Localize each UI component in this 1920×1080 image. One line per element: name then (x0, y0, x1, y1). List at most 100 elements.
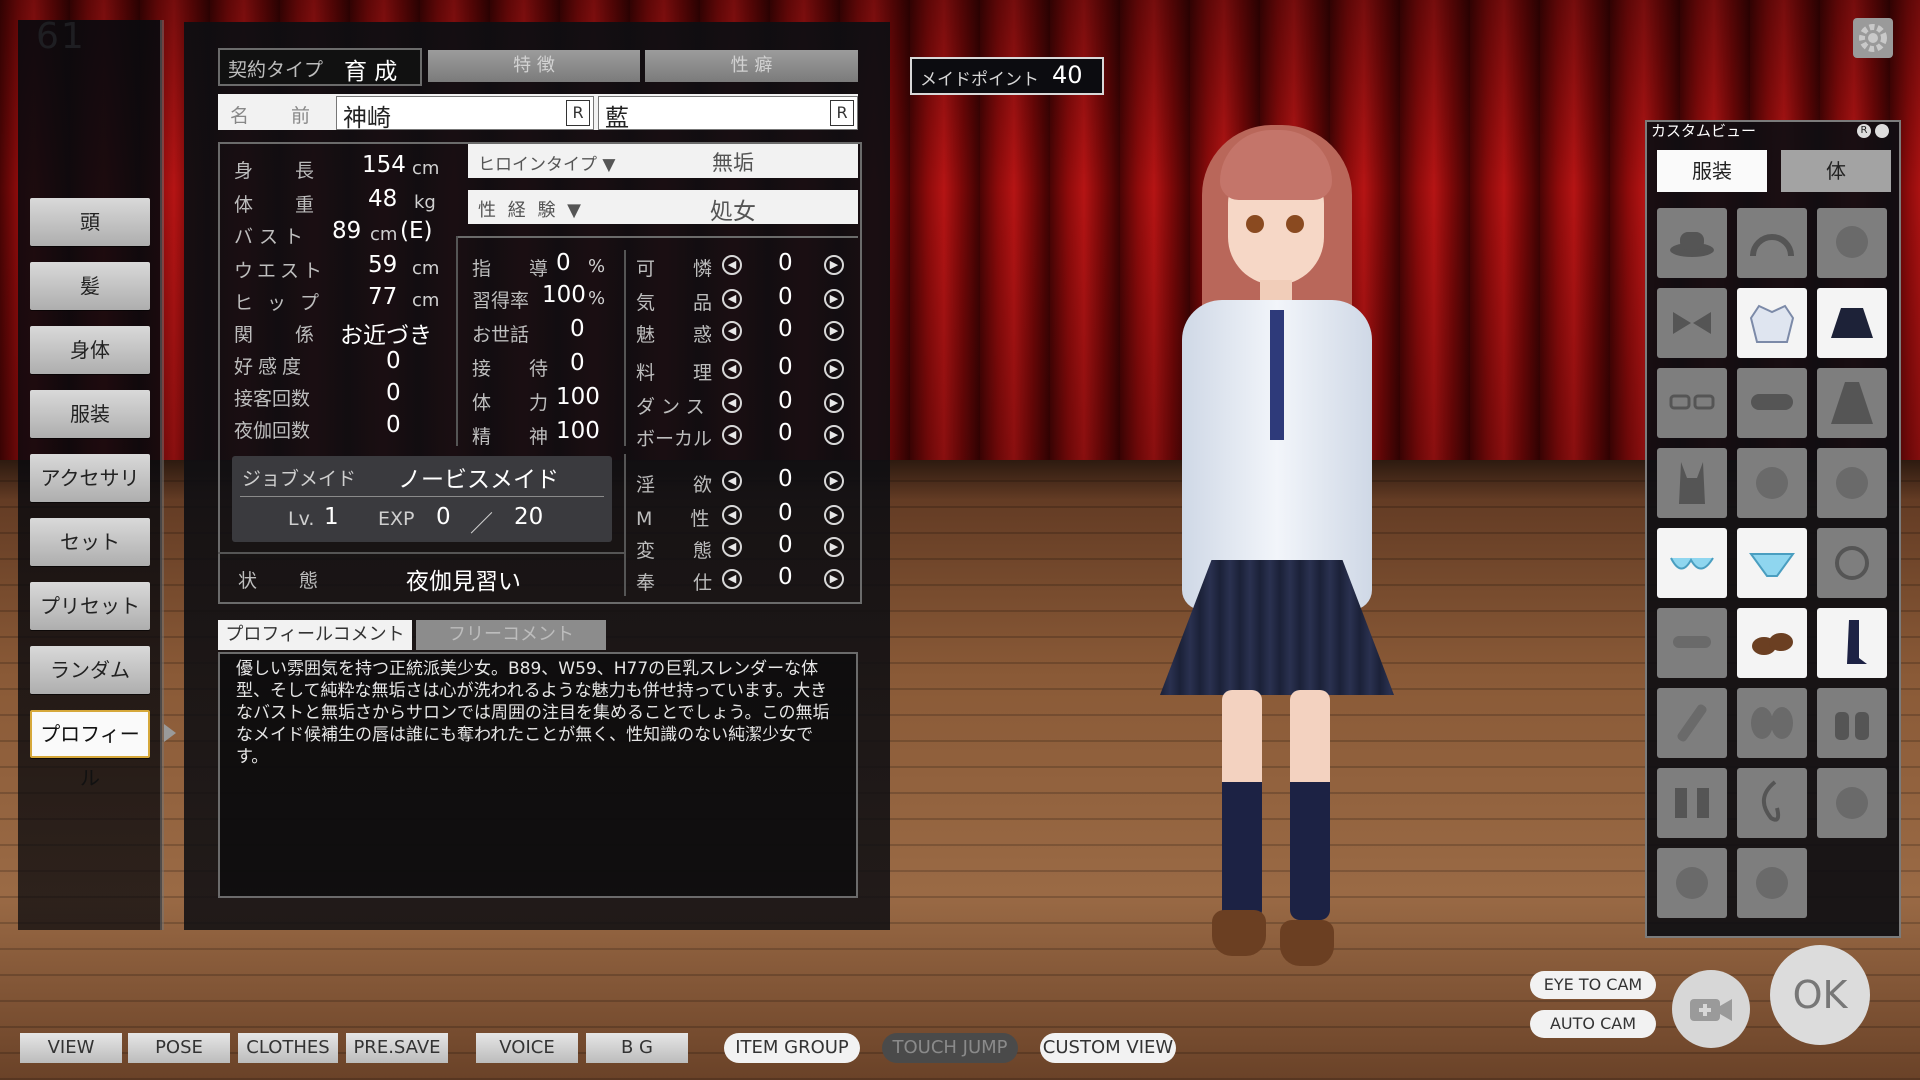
param-miwaku-increase-icon[interactable]: ▶ (824, 321, 844, 341)
custom-view-slot-hat[interactable] (1657, 208, 1727, 278)
custom-view-slot-shoes[interactable] (1737, 608, 1807, 678)
param-cooking-decrease-icon[interactable]: ◀ (722, 359, 742, 379)
menu-clothes-button[interactable]: 服装 (30, 390, 150, 438)
menu-body-button[interactable]: 身体 (30, 326, 150, 374)
menu-hair-button[interactable]: 髪 (30, 262, 150, 310)
eye-to-cam-button[interactable]: EYE TO CAM (1530, 971, 1656, 999)
ok-button[interactable]: OK (1770, 945, 1870, 1045)
param-vocal-decrease-icon[interactable]: ◀ (722, 425, 742, 445)
custom-view-slot-tail[interactable] (1737, 768, 1807, 838)
bust-value: 89 (332, 218, 362, 244)
tab-free-comment[interactable]: フリーコメント (416, 620, 606, 650)
maid-character-model[interactable] (1110, 110, 1440, 1060)
custom-view-slot-socks[interactable] (1817, 608, 1887, 678)
learning-label: 習得率 (472, 290, 530, 312)
param-vocal-increase-icon[interactable]: ▶ (824, 425, 844, 445)
custom-view-slot-mouth-accessory[interactable] (1737, 848, 1807, 918)
custom-view-slot-leg-accessory[interactable] (1657, 768, 1727, 838)
custom-view-slot-wings[interactable] (1737, 688, 1807, 758)
custom-view-minimize-icon[interactable] (1875, 124, 1889, 138)
param-karen-decrease-icon[interactable]: ◀ (722, 255, 742, 275)
custom-view-slot-back-accessory[interactable] (1817, 768, 1887, 838)
custom-view-slot-eye-mask[interactable] (1737, 368, 1807, 438)
param-lust-increase-icon[interactable]: ▶ (824, 471, 844, 491)
custom-view-reset-icon[interactable]: R (1857, 124, 1871, 138)
status-divider (218, 552, 624, 554)
custom-view-slot-cheek-accessory[interactable] (1657, 848, 1727, 918)
menu-random-button[interactable]: ランダム (30, 646, 150, 694)
custom-view-slot-head-accessory[interactable] (1817, 208, 1887, 278)
level-value: 1 (324, 504, 339, 530)
custom-view-slot-gloves[interactable] (1817, 688, 1887, 758)
job-divider (240, 496, 604, 497)
custom-view-button[interactable]: CUSTOM VIEW (1040, 1033, 1176, 1063)
clothes-button[interactable]: CLOTHES (238, 1033, 338, 1063)
param-m-increase-icon[interactable]: ▶ (824, 505, 844, 525)
presave-button[interactable]: PRE.SAVE (346, 1033, 448, 1063)
param-dance-decrease-icon[interactable]: ◀ (722, 393, 742, 413)
character-left-leg (1222, 690, 1262, 920)
param-miwaku-decrease-icon[interactable]: ◀ (722, 321, 742, 341)
custom-view-slot-skirt[interactable] (1817, 288, 1887, 358)
custom-view-slot-swimsuit[interactable] (1657, 448, 1727, 518)
menu-head-button[interactable]: 頭 (30, 198, 150, 246)
auto-cam-button[interactable]: AUTO CAM (1530, 1010, 1656, 1038)
given-name-random-button[interactable]: R (830, 100, 854, 126)
custom-view-slot-panties[interactable] (1737, 528, 1807, 598)
custom-view-tab-body[interactable]: 体 (1781, 150, 1891, 192)
hat-icon (1670, 232, 1714, 257)
param-kihin-decrease-icon[interactable]: ◀ (722, 289, 742, 309)
view-button[interactable]: VIEW (20, 1033, 122, 1063)
custom-view-slot-glasses[interactable] (1657, 368, 1727, 438)
menu-profile-button[interactable]: プロフィール (30, 710, 150, 790)
param-dance-increase-icon[interactable]: ▶ (824, 393, 844, 413)
menu-preset-button[interactable]: プリセット (30, 582, 150, 630)
param-cooking-increase-icon[interactable]: ▶ (824, 359, 844, 379)
param-hentai-increase-icon[interactable]: ▶ (824, 537, 844, 557)
tab-feature[interactable]: 特 徴 (428, 50, 640, 82)
pose-button[interactable]: POSE (128, 1033, 230, 1063)
guidance-label: 指 導 (472, 258, 565, 280)
guidance-value: 0 (556, 250, 571, 276)
param-hentai-decrease-icon[interactable]: ◀ (722, 537, 742, 557)
bg-button[interactable]: B G (586, 1033, 688, 1063)
param-m-decrease-icon[interactable]: ◀ (722, 505, 742, 525)
menu-accessory-button[interactable]: アクセサリ (30, 454, 150, 502)
touch-jump-button[interactable]: TOUCH JUMP (882, 1033, 1018, 1063)
experience-dropdown[interactable]: 性 経 験 ▼ 処女 (468, 190, 858, 225)
camera-button[interactable] (1672, 970, 1750, 1048)
given-name-field[interactable]: 藍 R (598, 96, 858, 132)
heroine-type-dropdown[interactable]: ヒロインタイプ ▼ 無垢 (468, 144, 858, 178)
custom-view-slot-bra[interactable] (1657, 528, 1727, 598)
custom-view-slot-dress[interactable] (1817, 368, 1887, 438)
custom-view-slot-blazer[interactable] (1737, 288, 1807, 358)
family-name-field[interactable]: 神崎 R (336, 96, 594, 132)
param-miwaku-value: 0 (778, 316, 793, 342)
character-left-shoe (1212, 910, 1266, 956)
custom-view-slot-headband[interactable] (1737, 208, 1807, 278)
mouth-accessory-icon (1756, 867, 1788, 899)
item-group-button[interactable]: ITEM GROUP (724, 1033, 860, 1063)
custom-view-slot-collar[interactable] (1657, 608, 1727, 678)
custom-view-tab-clothes[interactable]: 服装 (1657, 150, 1767, 192)
custom-view-slot-bow[interactable] (1657, 288, 1727, 358)
tab-habit[interactable]: 性 癖 (645, 50, 858, 82)
param-service-decrease-icon[interactable]: ◀ (722, 569, 742, 589)
settings-gear-icon[interactable] (1853, 18, 1893, 58)
custom-view-slot-face[interactable] (1737, 448, 1807, 518)
param-karen-increase-icon[interactable]: ▶ (824, 255, 844, 275)
maid-point-value: 40 (1052, 61, 1083, 89)
param-service-increase-icon[interactable]: ▶ (824, 569, 844, 589)
menu-set-button[interactable]: セット (30, 518, 150, 566)
param-lust-decrease-icon[interactable]: ◀ (722, 471, 742, 491)
custom-view-slot-ear-accessory[interactable] (1817, 448, 1887, 518)
custom-view-slot-arm-accessory[interactable] (1657, 688, 1727, 758)
custom-view-slot-necklace[interactable] (1817, 528, 1887, 598)
family-name-random-button[interactable]: R (566, 100, 590, 126)
contract-type-box[interactable]: 契約タイプ 育 成 (218, 48, 422, 86)
param-kihin-increase-icon[interactable]: ▶ (824, 289, 844, 309)
tab-profile-comment[interactable]: プロフィールコメント (218, 620, 412, 650)
profile-comment-box[interactable]: 優しい雰囲気を持つ正統派美少女。B89、W59、H77の巨乳スレンダーな体型、そ… (218, 652, 858, 898)
voice-button[interactable]: VOICE (476, 1033, 578, 1063)
heroine-type-label: ヒロインタイプ ▼ (478, 155, 616, 175)
